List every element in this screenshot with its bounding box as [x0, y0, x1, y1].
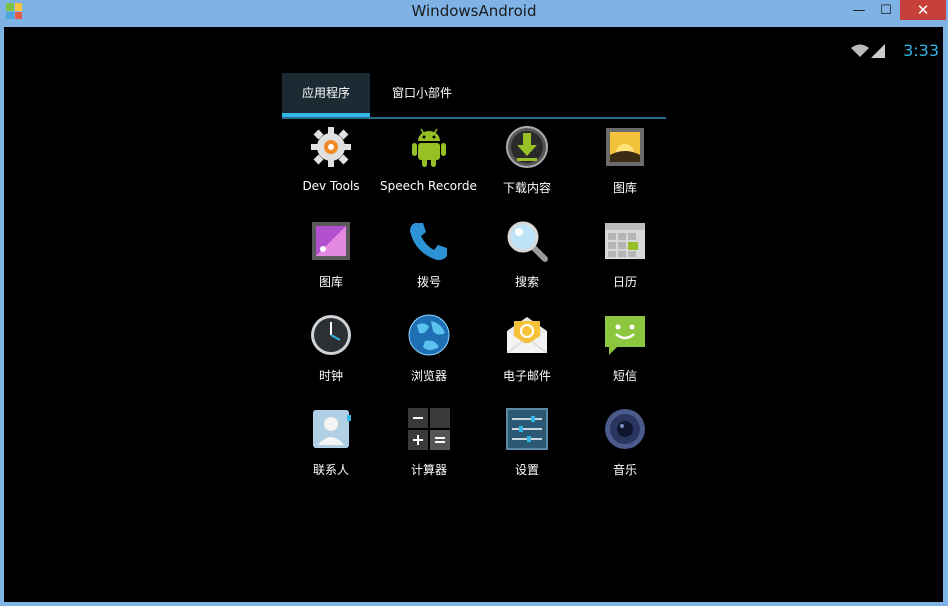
clock-icon [311, 315, 351, 355]
app-gallery-2[interactable]: 图库 [282, 217, 380, 307]
app-label: 联系人 [312, 463, 349, 477]
android-screen: 3:33 应用程序 窗口小部件 Dev Tools Speech Recorde… [4, 27, 943, 602]
close-button[interactable]: ✕ [900, 0, 946, 20]
status-clock: 3:33 [903, 41, 939, 60]
app-label: 浏览器 [410, 369, 447, 383]
app-label: 短信 [612, 369, 637, 383]
gallery-icon [606, 128, 644, 166]
email-icon [506, 317, 548, 354]
app-calendar[interactable]: 日历 [576, 217, 674, 307]
app-calculator[interactable]: 计算器 [380, 405, 478, 495]
android-robot-icon [412, 128, 446, 167]
status-bar: 3:33 [851, 41, 939, 60]
gallery-purple-icon [312, 222, 350, 260]
app-label: 音乐 [612, 463, 637, 477]
download-icon [506, 126, 548, 168]
app-messaging[interactable]: 短信 [576, 311, 674, 401]
contacts-icon [313, 410, 351, 448]
app-label: 图库 [318, 275, 343, 289]
app-label: Speech Recorder [380, 179, 478, 193]
music-icon [605, 409, 645, 449]
app-settings[interactable]: 设置 [478, 405, 576, 495]
app-search[interactable]: 搜索 [478, 217, 576, 307]
signal-icon [871, 43, 886, 58]
app-dialer[interactable]: 拨号 [380, 217, 478, 307]
app-label: 拨号 [416, 275, 441, 289]
message-icon [605, 316, 645, 355]
app-label: 电子邮件 [502, 369, 551, 383]
settings-icon [506, 408, 548, 450]
app-email[interactable]: 电子邮件 [478, 311, 576, 401]
app-label: 设置 [514, 463, 539, 477]
calculator-icon [408, 408, 450, 450]
app-dev-tools[interactable]: Dev Tools [282, 123, 380, 213]
app-clock[interactable]: 时钟 [282, 311, 380, 401]
app-browser[interactable]: 浏览器 [380, 311, 478, 401]
phone-icon [410, 223, 447, 261]
app-label: 搜索 [514, 275, 539, 289]
app-label: 下载内容 [502, 181, 551, 195]
app-label: 时钟 [318, 369, 343, 383]
wifi-icon [851, 44, 870, 57]
maximize-button[interactable]: ☐ [873, 0, 899, 20]
title-bar: WindowsAndroid — ☐ ✕ [0, 0, 948, 24]
tab-widgets[interactable]: 窗口小部件 [378, 73, 466, 113]
app-label: 图库 [612, 181, 637, 195]
app-contacts[interactable]: 联系人 [282, 405, 380, 495]
app-downloads[interactable]: 下载内容 [478, 123, 576, 213]
app-label: 计算器 [410, 463, 447, 477]
globe-icon [408, 314, 450, 356]
window-title: WindowsAndroid [411, 2, 537, 20]
app-label: Dev Tools [302, 179, 360, 193]
tab-apps[interactable]: 应用程序 [282, 73, 370, 117]
search-icon [507, 221, 548, 262]
app-music[interactable]: 音乐 [576, 405, 674, 495]
app-label: 日历 [612, 275, 637, 289]
drawer-tabs: 应用程序 窗口小部件 [282, 73, 666, 119]
calendar-icon [605, 223, 645, 259]
app-speech-recorder[interactable]: Speech Recorder [380, 123, 478, 213]
minimize-button[interactable]: — [846, 0, 872, 20]
app-gallery[interactable]: 图库 [576, 123, 674, 213]
dev-tools-icon [311, 127, 351, 167]
